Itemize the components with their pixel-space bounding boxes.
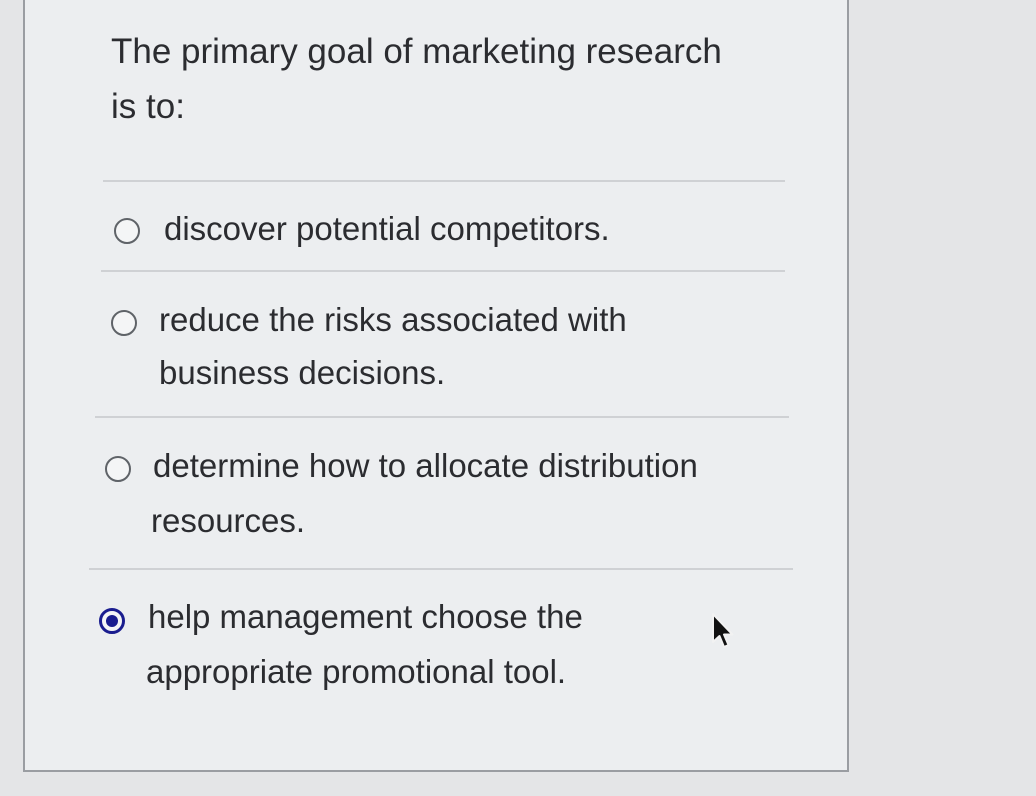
- radio-button-option-3[interactable]: [105, 456, 131, 482]
- option-1-line-1: discover potential competitors.: [164, 210, 610, 247]
- answer-option-1[interactable]: discover potential competitors.: [113, 198, 793, 258]
- answer-option-3[interactable]: determine how to allocate distribution r…: [105, 434, 795, 544]
- option-4-line-2: appropriate promotional tool.: [146, 653, 567, 690]
- question-text: The primary goal of marketing research i…: [111, 24, 791, 134]
- option-4-line-1: help management choose the: [148, 598, 583, 635]
- radio-button-option-2[interactable]: [111, 310, 137, 336]
- option-2-line-1: reduce the risks associated with: [159, 301, 627, 338]
- question-line-2: is to:: [111, 87, 185, 126]
- divider: [101, 270, 785, 272]
- divider: [89, 568, 793, 570]
- answer-option-2[interactable]: reduce the risks associated with busines…: [111, 288, 791, 398]
- question-card: The primary goal of marketing research i…: [23, 0, 849, 772]
- divider: [103, 180, 785, 182]
- radio-button-option-1[interactable]: [114, 218, 140, 244]
- question-line-1: The primary goal of marketing research: [111, 32, 722, 71]
- option-3-line-1: determine how to allocate distribution: [153, 447, 698, 484]
- mouse-pointer-icon: [712, 613, 734, 648]
- answer-option-4[interactable]: help management choose the appropriate p…: [97, 588, 787, 698]
- option-2-line-2: business decisions.: [159, 354, 446, 391]
- radio-button-option-4-selected[interactable]: [99, 608, 125, 634]
- divider: [95, 416, 789, 418]
- option-3-line-2: resources.: [151, 502, 306, 539]
